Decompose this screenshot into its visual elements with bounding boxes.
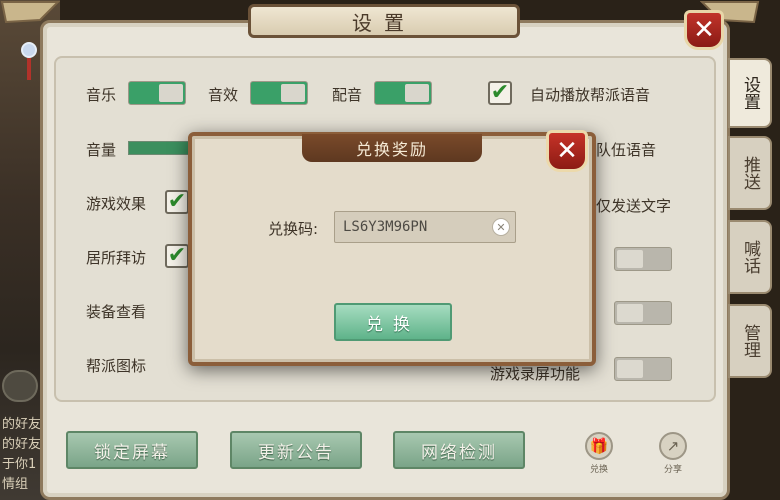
sound-toggle[interactable] bbox=[250, 81, 308, 105]
clear-input-icon[interactable]: ✕ bbox=[492, 218, 510, 236]
tab-manage[interactable]: 管理 bbox=[728, 304, 772, 378]
chat-bubble-icon[interactable] bbox=[2, 370, 38, 402]
option-toggle[interactable] bbox=[614, 301, 672, 325]
voice-label: 配音 bbox=[332, 86, 363, 104]
autoplay-guild-voice-label: 自动播放帮派语音 bbox=[530, 86, 651, 104]
sound-label: 音效 bbox=[208, 86, 239, 104]
gift-icon-caption: 兑换 bbox=[589, 465, 608, 475]
update-notice-button[interactable]: 更新公告 bbox=[230, 431, 362, 469]
redeem-code-label: 兑换码: bbox=[268, 220, 319, 238]
lantern-ornament-icon bbox=[21, 42, 37, 80]
equipment-view-label: 装备查看 bbox=[86, 303, 147, 321]
tab-push[interactable]: 推送 bbox=[728, 136, 772, 210]
check-icon: ✔ bbox=[167, 243, 187, 268]
check-icon: ✔ bbox=[167, 189, 187, 214]
redeem-code-input[interactable]: LS6Y3M96PN bbox=[334, 211, 516, 243]
settings-title: 设置 bbox=[248, 4, 520, 38]
autoplay-guild-voice-checkbox[interactable]: ✔ bbox=[488, 81, 512, 105]
guild-icon-label: 帮派图标 bbox=[86, 357, 147, 375]
volume-label: 音量 bbox=[86, 141, 117, 159]
volume-slider[interactable] bbox=[128, 141, 190, 155]
corner-ornament-icon bbox=[0, 0, 60, 24]
tab-shout[interactable]: 喊话 bbox=[728, 220, 772, 294]
share-icon-caption: 分享 bbox=[663, 465, 682, 475]
tab-push-label: 推送 bbox=[740, 156, 760, 190]
tab-settings[interactable]: 设置 bbox=[728, 58, 772, 128]
network-check-button[interactable]: 网络检测 bbox=[393, 431, 525, 469]
option-toggle[interactable] bbox=[614, 247, 672, 271]
music-toggle[interactable] bbox=[128, 81, 186, 105]
lock-screen-button[interactable]: 锁定屏幕 bbox=[66, 431, 198, 469]
share-icon: ↗ bbox=[659, 432, 687, 460]
home-visit-label: 居所拜访 bbox=[86, 249, 147, 267]
voice-toggle[interactable] bbox=[374, 81, 432, 105]
clear-input-glyph: ✕ bbox=[496, 220, 506, 234]
send-text-only-label: 仅发送文字 bbox=[596, 197, 672, 215]
close-icon: ✕ bbox=[693, 15, 715, 45]
autoplay-team-voice-label: 队伍语音 bbox=[596, 141, 657, 159]
tab-shout-label: 喊话 bbox=[740, 240, 760, 274]
game-effects-checkbox[interactable]: ✔ bbox=[165, 190, 189, 214]
redeem-close-button[interactable]: ✕ bbox=[546, 130, 588, 172]
gift-button[interactable]: 🎁 兑换 bbox=[582, 432, 616, 476]
gift-icon: 🎁 bbox=[585, 432, 613, 460]
screen-record-label: 游戏录屏功能 bbox=[490, 365, 581, 383]
home-visit-checkbox[interactable]: ✔ bbox=[165, 244, 189, 268]
redeem-modal-title: 兑换奖励 bbox=[302, 134, 482, 162]
screen-record-toggle[interactable] bbox=[614, 357, 672, 381]
share-button[interactable]: ↗ 分享 bbox=[656, 432, 690, 476]
tab-manage-label: 管理 bbox=[740, 324, 760, 358]
close-icon: ✕ bbox=[556, 136, 578, 166]
redeem-button[interactable]: 兑换 bbox=[334, 303, 452, 341]
tab-settings-label: 设置 bbox=[740, 76, 760, 110]
check-icon: ✔ bbox=[490, 80, 510, 105]
game-effects-label: 游戏效果 bbox=[86, 195, 147, 213]
close-button[interactable]: ✕ bbox=[684, 10, 724, 50]
music-label: 音乐 bbox=[86, 86, 117, 104]
